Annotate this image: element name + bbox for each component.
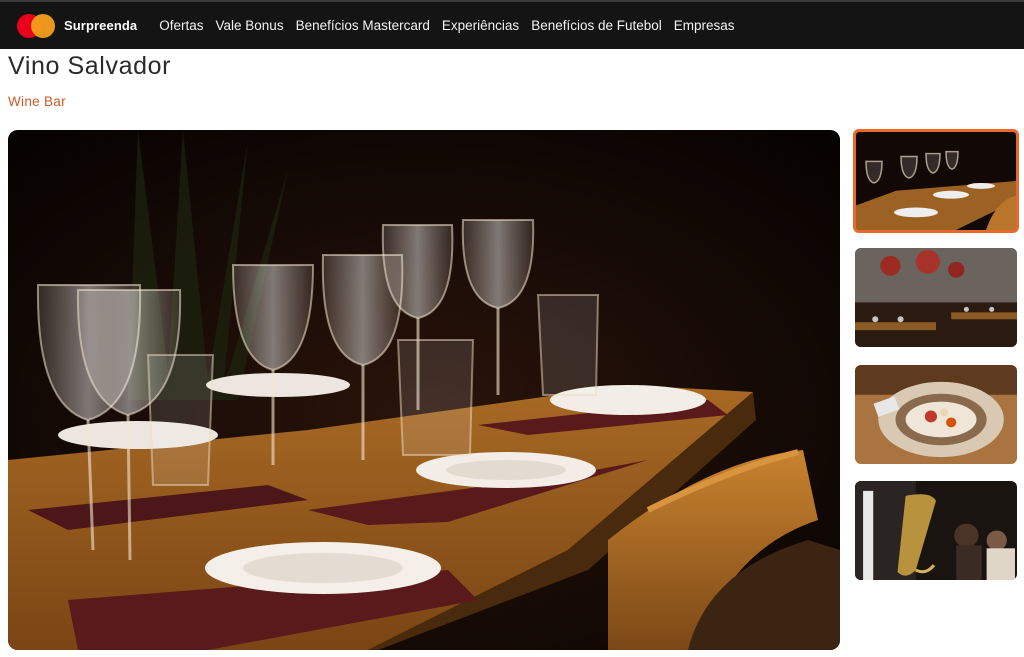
gallery-thumbnail-4[interactable] xyxy=(855,481,1017,580)
thumb-table-photo xyxy=(856,132,1016,230)
nav-item-beneficios-futebol[interactable]: Benefícios de Futebol xyxy=(531,18,662,33)
nav-item-ofertas[interactable]: Ofertas xyxy=(159,18,203,33)
wine-table-photo xyxy=(8,130,840,650)
gallery-thumbnail-1[interactable] xyxy=(853,129,1019,233)
brand-name[interactable]: Surpreenda xyxy=(64,18,137,33)
thumb-dining-room-photo xyxy=(855,248,1017,347)
thumb-dish-photo xyxy=(855,365,1017,464)
nav-item-empresas[interactable]: Empresas xyxy=(674,18,735,33)
nav-item-beneficios-mastercard[interactable]: Benefícios Mastercard xyxy=(296,18,430,33)
nav-item-vale-bonus[interactable]: Vale Bonus xyxy=(216,18,284,33)
main-gallery-image[interactable] xyxy=(8,130,840,650)
mastercard-logo-icon[interactable] xyxy=(17,13,57,38)
page-title: Vino Salvador xyxy=(8,52,172,80)
venue-category: Wine Bar xyxy=(8,94,66,109)
gallery-thumbnail-2[interactable] xyxy=(855,248,1017,347)
thumb-saxophone-photo xyxy=(855,481,1017,580)
top-navigation-bar: Surpreenda Ofertas Vale Bonus Benefícios… xyxy=(0,0,1024,49)
nav-item-experiencias[interactable]: Experiências xyxy=(442,18,519,33)
main-nav: Ofertas Vale Bonus Benefícios Mastercard… xyxy=(159,18,734,33)
gallery-thumbnail-3[interactable] xyxy=(855,365,1017,464)
